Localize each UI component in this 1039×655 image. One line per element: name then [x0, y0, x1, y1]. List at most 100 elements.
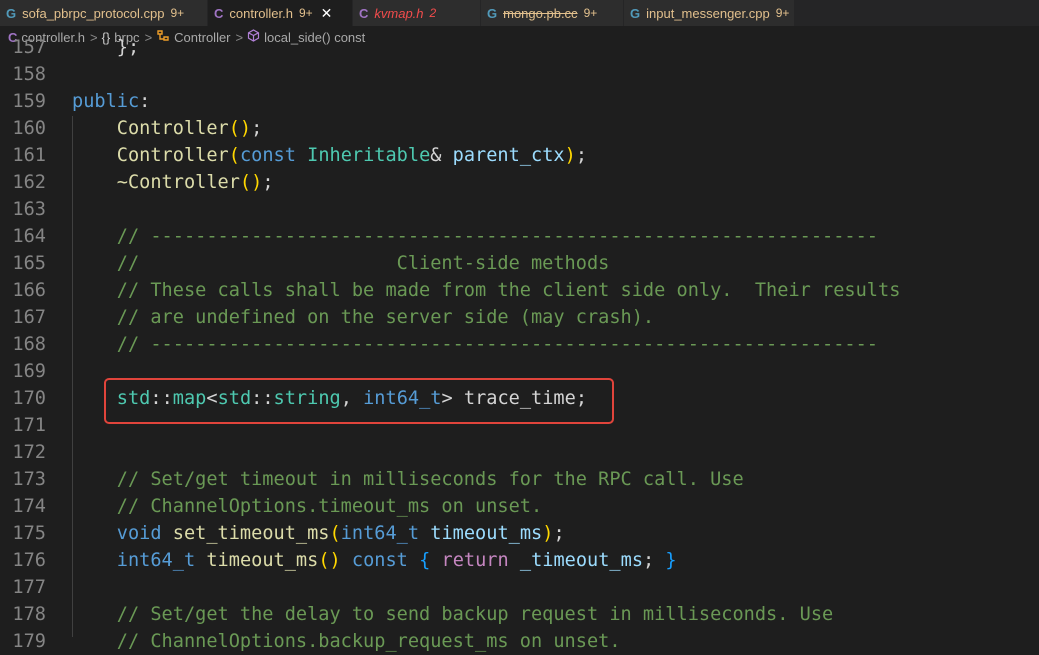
- code-text: public:: [72, 91, 150, 112]
- code-token: trace_time: [463, 388, 576, 409]
- code-token: <: [206, 388, 218, 409]
- code-token: };: [116, 37, 140, 58]
- code-line: 168 // ---------------------------------…: [0, 331, 1039, 358]
- code-text: // ChannelOptions.backup_request_ms on u…: [72, 631, 621, 652]
- line-number: 171: [12, 415, 46, 436]
- code-token: // Set/get the delay to send backup requ…: [116, 604, 834, 625]
- line-number: 170: [12, 388, 46, 409]
- close-icon[interactable]: ✕: [321, 5, 333, 22]
- code-token: (: [228, 145, 240, 166]
- line-number: 172: [12, 442, 46, 463]
- code-text: // Set/get the delay to send backup requ…: [72, 604, 833, 625]
- tab-label: input_messenger.cpp: [646, 5, 770, 21]
- code-token: {: [419, 550, 431, 571]
- code-token: return: [441, 550, 509, 571]
- tab-sofa-pbrpc-protocol-cpp[interactable]: Gsofa_pbrpc_protocol.cpp 9+: [0, 0, 208, 26]
- cpp-file-icon: G: [487, 5, 498, 21]
- line-number: 161: [12, 145, 46, 166]
- code-token: &: [430, 145, 453, 166]
- code-token: ;: [553, 523, 565, 544]
- tab-label: kvmap.h: [374, 5, 424, 21]
- line-number: 159: [12, 91, 46, 112]
- tab-label: sofa_pbrpc_protocol.cpp: [22, 5, 165, 21]
- tab-input-messenger-cpp[interactable]: Ginput_messenger.cpp 9+: [624, 0, 795, 26]
- tab-label: mongo.pb.cc: [503, 5, 578, 21]
- code-line: 158: [0, 61, 1039, 88]
- code-token: (): [228, 118, 252, 139]
- code-text: void set_timeout_ms(int64_t timeout_ms);: [72, 523, 565, 544]
- code-token: void: [116, 523, 162, 544]
- problems-badge: 9+: [775, 6, 790, 20]
- code-text: // These calls shall be made from the cl…: [72, 280, 901, 301]
- code-line: 163: [0, 196, 1039, 223]
- line-number: 163: [12, 199, 46, 220]
- code-line: 162 ~Controller();: [0, 169, 1039, 196]
- code-token: // -------------------------------------…: [116, 334, 878, 355]
- code-line: 169: [0, 358, 1039, 385]
- code-token: Controller: [116, 118, 229, 139]
- code-text: std::map<std::string, int64_t> trace_tim…: [72, 388, 587, 409]
- code-editor[interactable]: 157 }; 158 159 public: 160 Controller(); 161 …: [0, 37, 1039, 652]
- code-token: ;: [643, 550, 666, 571]
- line-number: 164: [12, 226, 46, 247]
- tab-kvmap-h[interactable]: Ckvmap.h 2: [353, 0, 481, 26]
- code-line: 159 public:: [0, 88, 1039, 115]
- code-text: Controller(const Inheritable& parent_ctx…: [72, 145, 587, 166]
- code-token: ~Controller: [116, 172, 240, 193]
- code-token: // -------------------------------------…: [116, 226, 878, 247]
- code-line: 177: [0, 574, 1039, 601]
- tab-mongo-pb-cc[interactable]: Gmongo.pb.cc 9+: [481, 0, 624, 26]
- code-token: (: [329, 523, 341, 544]
- code-text: // Set/get timeout in milliseconds for t…: [72, 469, 744, 490]
- code-line: 167 // are undefined on the server side …: [0, 304, 1039, 331]
- code-token: set_timeout_ms: [172, 523, 330, 544]
- code-token: public: [72, 91, 140, 112]
- code-line: 171: [0, 412, 1039, 439]
- code-text: };: [72, 37, 139, 58]
- code-line: 157 };: [0, 34, 1039, 61]
- problems-badge: 9+: [298, 6, 313, 20]
- line-number: 178: [12, 604, 46, 625]
- code-token: // ChannelOptions.backup_request_ms on u…: [116, 631, 621, 652]
- line-number: 177: [12, 577, 46, 598]
- line-number: 174: [12, 496, 46, 517]
- code-token: map: [172, 388, 207, 409]
- code-token: }: [665, 550, 677, 571]
- code-line: 174 // ChannelOptions.timeout_ms on unse…: [0, 493, 1039, 520]
- line-number: 168: [12, 334, 46, 355]
- code-line: 161 Controller(const Inheritable& parent…: [0, 142, 1039, 169]
- code-token: ;: [262, 172, 274, 193]
- code-line: 176 int64_t timeout_ms() const { return …: [0, 547, 1039, 574]
- code-text: // are undefined on the server side (may…: [72, 307, 654, 328]
- code-token: timeout_ms: [206, 550, 319, 571]
- code-token: (): [318, 550, 341, 571]
- code-token: // are undefined on the server side (may…: [116, 307, 655, 328]
- code-token: std: [217, 388, 252, 409]
- code-line: 166 // These calls shall be made from th…: [0, 277, 1039, 304]
- code-token: const: [351, 550, 408, 571]
- code-token: :: [139, 91, 151, 112]
- code-token: int64_t: [363, 388, 442, 409]
- code-token: // ChannelOptions.timeout_ms on unset.: [116, 496, 543, 517]
- code-token: // Set/get timeout in milliseconds for t…: [116, 469, 744, 490]
- code-line: 160 Controller();: [0, 115, 1039, 142]
- cpp-file-icon: G: [6, 5, 17, 21]
- tab-controller-h[interactable]: Ccontroller.h 9+ ✕: [208, 0, 353, 26]
- code-text: // Client-side methods: [72, 253, 610, 274]
- code-token: std: [116, 388, 151, 409]
- problems-badge: 9+: [583, 6, 598, 20]
